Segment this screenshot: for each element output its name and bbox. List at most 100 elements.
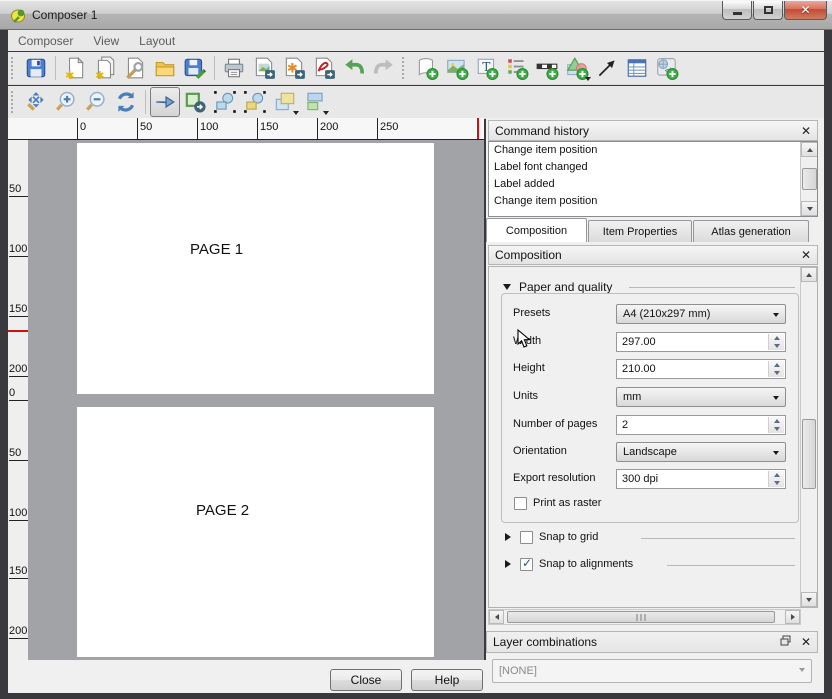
help-button[interactable]: Help xyxy=(411,669,483,691)
close-panel-icon[interactable]: ✕ xyxy=(801,248,811,262)
list-item[interactable]: Label font changed xyxy=(489,159,817,176)
align-items-button[interactable] xyxy=(300,87,330,117)
toolbar-grip[interactable] xyxy=(11,57,17,79)
composition-horizontal-scrollbar[interactable] xyxy=(488,609,801,625)
presets-dropdown[interactable]: A4 (210x297 mm) xyxy=(616,304,786,324)
page-1-label[interactable]: PAGE 1 xyxy=(190,241,243,258)
composer-manager-button[interactable] xyxy=(120,53,150,83)
scroll-thumb[interactable] xyxy=(802,168,817,190)
tab-atlas-generation[interactable]: Atlas generation xyxy=(693,220,809,242)
add-map-button[interactable] xyxy=(412,53,442,83)
layer-combinations-dropdown[interactable]: [NONE] xyxy=(492,659,812,683)
maximize-button[interactable] xyxy=(753,1,783,20)
ungroup-items-button[interactable] xyxy=(240,87,270,117)
refresh-button[interactable] xyxy=(111,87,141,117)
new-composition-button[interactable]: ✱ xyxy=(60,53,90,83)
paper-quality-group-title[interactable]: Paper and quality xyxy=(519,280,612,294)
duplicate-composition-button[interactable]: ✱ xyxy=(90,53,120,83)
close-window-button[interactable]: ✕ xyxy=(784,1,827,20)
float-panel-icon[interactable] xyxy=(780,635,791,649)
group-items-button[interactable] xyxy=(210,87,240,117)
command-history-list[interactable]: Change item position Label font changed … xyxy=(488,141,818,217)
close-panel-icon[interactable]: ✕ xyxy=(801,124,811,138)
zoom-out-button[interactable] xyxy=(81,87,111,117)
menu-composer[interactable]: Composer xyxy=(8,34,83,48)
spin-buttons[interactable] xyxy=(768,471,784,487)
page-2[interactable]: PAGE 2 xyxy=(77,407,434,657)
num-pages-value: 2 xyxy=(622,419,628,431)
scroll-thumb[interactable] xyxy=(802,419,816,489)
collapse-triangle-icon[interactable] xyxy=(505,533,511,541)
tab-composition[interactable]: Composition xyxy=(486,218,587,242)
scroll-thumb[interactable] xyxy=(507,611,775,623)
raise-items-button[interactable] xyxy=(270,87,300,117)
add-attribute-table-button[interactable] xyxy=(622,53,652,83)
refresh-icon xyxy=(114,90,138,114)
zoom-in-button[interactable] xyxy=(51,87,81,117)
close-panel-icon[interactable]: ✕ xyxy=(801,635,811,649)
select-move-item-button[interactable] xyxy=(150,87,180,117)
add-legend-button[interactable] xyxy=(502,53,532,83)
snap-to-grid-label[interactable]: Snap to grid xyxy=(539,531,598,543)
collapse-triangle-icon[interactable] xyxy=(505,560,511,568)
toolbar-grip[interactable] xyxy=(11,91,17,113)
composition-canvas[interactable]: PAGE 1 PAGE 2 xyxy=(28,140,484,660)
command-history-scrollbar[interactable] xyxy=(800,142,817,216)
spin-buttons[interactable] xyxy=(768,334,784,350)
spin-buttons[interactable] xyxy=(768,361,784,377)
scroll-down-button[interactable] xyxy=(801,201,818,216)
export-image-button[interactable] xyxy=(249,53,279,83)
zoom-full-button[interactable] xyxy=(21,87,51,117)
tab-item-properties[interactable]: Item Properties xyxy=(588,220,692,242)
save-template-button[interactable] xyxy=(180,53,210,83)
width-spinbox[interactable]: 297.00 xyxy=(616,332,786,352)
redo-button[interactable] xyxy=(369,53,399,83)
minimize-button[interactable] xyxy=(722,1,752,20)
num-pages-spinbox[interactable]: 2 xyxy=(616,415,786,435)
add-image-button[interactable] xyxy=(442,53,472,83)
snap-to-alignments-checkbox[interactable] xyxy=(520,558,533,571)
save-project-button[interactable] xyxy=(21,53,51,83)
help-button-label: Help xyxy=(435,673,460,687)
group-divider-line xyxy=(641,538,795,539)
close-button[interactable]: Close xyxy=(330,669,402,691)
add-arrow-button[interactable] xyxy=(592,53,622,83)
export-resolution-spinbox[interactable]: 300 dpi xyxy=(616,469,786,489)
toolbar-grip[interactable] xyxy=(402,57,408,79)
scroll-up-button[interactable] xyxy=(801,267,817,282)
units-dropdown[interactable]: mm xyxy=(616,387,786,407)
save-icon xyxy=(24,56,48,80)
add-scalebar-button[interactable] xyxy=(532,53,562,83)
spin-buttons[interactable] xyxy=(768,417,784,433)
print-button[interactable] xyxy=(219,53,249,83)
add-html-button[interactable]: </> xyxy=(652,53,682,83)
page-2-label[interactable]: PAGE 2 xyxy=(196,502,249,519)
page-1[interactable]: PAGE 1 xyxy=(77,143,434,394)
scroll-down-button[interactable] xyxy=(801,592,817,607)
open-template-button[interactable] xyxy=(150,53,180,83)
composition-vertical-scrollbar[interactable] xyxy=(800,267,817,607)
menu-view[interactable]: View xyxy=(83,34,129,48)
maximize-icon xyxy=(764,6,773,14)
dropdown-caret-icon xyxy=(293,111,299,115)
export-svg-button[interactable]: ✱ xyxy=(279,53,309,83)
snap-to-grid-checkbox[interactable] xyxy=(520,531,533,544)
orientation-dropdown[interactable]: Landscape xyxy=(616,442,786,462)
move-item-content-button[interactable] xyxy=(180,87,210,117)
list-item[interactable]: Change item position xyxy=(489,142,817,159)
menu-layout[interactable]: Layout xyxy=(129,34,185,48)
list-item[interactable]: Label added xyxy=(489,176,817,193)
undo-button[interactable] xyxy=(339,53,369,83)
collapse-triangle-icon[interactable] xyxy=(503,284,511,290)
export-pdf-button[interactable] xyxy=(309,53,339,83)
height-spinbox[interactable]: 210.00 xyxy=(616,359,786,379)
scroll-up-button[interactable] xyxy=(801,142,818,157)
scroll-left-button[interactable] xyxy=(489,610,504,624)
scroll-right-button[interactable] xyxy=(785,610,800,624)
add-shape-button[interactable] xyxy=(562,53,592,83)
snap-to-alignments-label[interactable]: Snap to alignments xyxy=(539,558,633,570)
print-as-raster-checkbox[interactable] xyxy=(514,497,527,510)
list-item[interactable]: Change item position xyxy=(489,193,817,210)
title-bar[interactable] xyxy=(0,0,832,30)
add-label-button[interactable]: T xyxy=(472,53,502,83)
